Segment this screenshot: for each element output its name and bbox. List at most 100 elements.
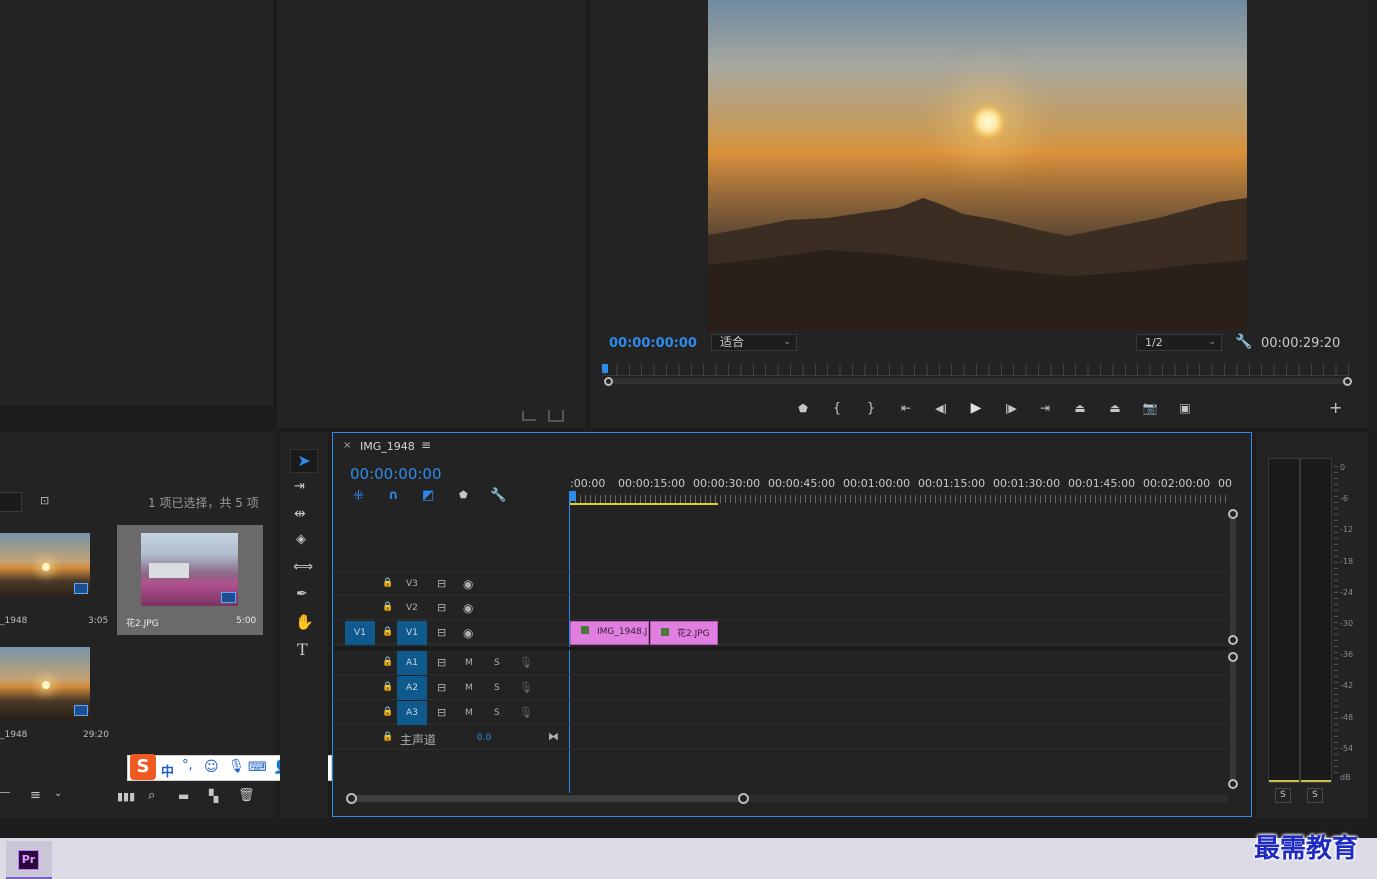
compare-view-icon[interactable]: ▣ xyxy=(1168,399,1202,417)
play-icon[interactable]: ▶ xyxy=(958,399,994,417)
track-label[interactable]: A3 xyxy=(397,701,427,725)
scroll-handle-bottom[interactable] xyxy=(1228,779,1238,789)
solo-button[interactable]: S xyxy=(494,708,500,718)
time-ruler[interactable]: :00:00 00:00:15:00 00:00:30:00 00:00:45:… xyxy=(570,473,1232,505)
go-to-edit-icon[interactable]: ⧓ xyxy=(548,730,559,743)
slip-tool-icon[interactable]: ⟺ xyxy=(293,559,313,575)
lock-icon[interactable]: 🔒 xyxy=(382,578,393,588)
track-select-tool-icon[interactable]: ⇥ xyxy=(294,479,305,494)
audio-vertical-scrollbar[interactable] xyxy=(1230,656,1236,786)
camera-icon[interactable]: 📷 xyxy=(1132,399,1168,417)
scroll-handle-top[interactable] xyxy=(1228,652,1238,662)
settings-wrench-icon[interactable]: 🔧 xyxy=(1235,334,1252,350)
sync-lock-icon[interactable]: ⊟ xyxy=(437,681,446,694)
go-to-in-icon[interactable]: ⇤ xyxy=(888,399,924,417)
keyboard-icon[interactable]: ⌨ xyxy=(248,760,267,775)
type-tool-icon[interactable]: T xyxy=(297,640,308,659)
clip-flower[interactable]: 花2.JPG xyxy=(650,621,718,645)
sync-lock-icon[interactable]: ⊟ xyxy=(437,577,446,590)
timeline-tab-title[interactable]: IMG_1948 xyxy=(360,440,415,453)
program-playhead[interactable] xyxy=(602,364,608,373)
track-label[interactable]: A1 xyxy=(397,651,427,675)
nest-sequence-icon[interactable]: ⁜ xyxy=(353,489,364,504)
sync-lock-icon[interactable]: ⊟ xyxy=(437,656,446,669)
microphone-icon[interactable]: 🎙 xyxy=(228,759,245,774)
track-label[interactable]: A2 xyxy=(397,676,427,700)
microphone-icon[interactable]: 🎙 xyxy=(519,681,533,694)
timeline-timecode[interactable]: 00:00:00:00 xyxy=(350,465,442,483)
video-vertical-scrollbar[interactable] xyxy=(1230,513,1236,641)
chevron-down-icon[interactable]: ⌄ xyxy=(54,788,62,799)
fit-dropdown[interactable]: 适合 ⌄ xyxy=(711,334,797,351)
track-a2[interactable]: 🔒 A2 ⊟ M S 🎙 xyxy=(333,676,1228,700)
program-zoom-bar[interactable] xyxy=(608,378,1348,384)
sync-lock-icon[interactable]: ⊟ xyxy=(437,626,446,639)
meter-solo-left[interactable]: S xyxy=(1275,788,1291,803)
sync-lock-icon[interactable]: ⊟ xyxy=(437,601,446,614)
overwrite-icon[interactable] xyxy=(548,410,564,422)
master-volume-value[interactable]: 0.0 xyxy=(477,733,491,743)
resolution-dropdown[interactable]: 1/2 ⌄ xyxy=(1136,334,1222,351)
snap-magnet-icon[interactable]: ∩ xyxy=(388,488,399,503)
lift-icon[interactable]: ⏏ xyxy=(1062,399,1098,417)
search-bin-icon[interactable]: ⊡ xyxy=(40,494,49,507)
add-marker-icon[interactable]: ⬟ xyxy=(786,399,820,417)
new-bin-icon[interactable]: ▬ xyxy=(178,789,189,803)
scroll-handle-top[interactable] xyxy=(1228,509,1238,519)
program-timecode-current[interactable]: 00:00:00:00 xyxy=(609,336,697,351)
meter-solo-right[interactable]: S xyxy=(1307,788,1323,803)
project-item[interactable]: _1948 29:20 xyxy=(0,639,114,749)
zoom-handle-left[interactable] xyxy=(604,377,613,386)
emoji-icon[interactable]: ☺ xyxy=(204,759,219,775)
h-scroll-thumb[interactable] xyxy=(351,795,743,802)
mute-button[interactable]: M xyxy=(465,683,473,693)
go-to-out-icon[interactable]: ⇥ xyxy=(1028,399,1062,417)
ime-lang[interactable]: 中 xyxy=(161,761,174,780)
export-frame-icon[interactable] xyxy=(522,411,536,421)
trash-icon[interactable]: 🗑 xyxy=(238,788,255,803)
selection-tool-icon[interactable]: ➤ xyxy=(290,449,318,473)
track-v3[interactable]: 🔒 V3 ⊟ ◉ xyxy=(333,571,1228,595)
timeline-playhead-head[interactable] xyxy=(569,491,576,501)
extract-icon[interactable]: ⏏ xyxy=(1098,399,1132,417)
project-item[interactable]: _1948 3:05 xyxy=(0,525,114,635)
lock-icon[interactable]: 🔒 xyxy=(382,682,393,692)
timeline-settings-icon[interactable]: 🔧 xyxy=(490,488,506,503)
step-back-icon[interactable]: ◀ǀ xyxy=(924,399,958,417)
ime-logo[interactable]: S xyxy=(130,754,156,780)
eye-icon[interactable]: ◉ xyxy=(463,577,473,591)
sort-icon[interactable]: ≡ xyxy=(30,788,41,803)
step-forward-icon[interactable]: ǀ▶ xyxy=(994,399,1028,417)
eye-icon[interactable]: ◉ xyxy=(463,601,473,615)
lock-icon[interactable]: 🔒 xyxy=(382,657,393,667)
program-scrub-ruler[interactable] xyxy=(604,364,1349,376)
new-item-icon[interactable]: ▚ xyxy=(209,789,218,803)
taskbar-premiere-button[interactable]: Pr xyxy=(6,841,52,879)
mark-in-icon[interactable]: { xyxy=(820,399,854,417)
mark-out-icon[interactable]: } xyxy=(854,399,888,417)
mute-button[interactable]: M xyxy=(465,708,473,718)
clip-img-1948[interactable]: IMG_1948.J xyxy=(570,621,649,645)
razor-tool-icon[interactable]: ◈ xyxy=(296,532,306,547)
sync-lock-icon[interactable]: ⊟ xyxy=(437,706,446,719)
linked-selection-icon[interactable]: ◩ xyxy=(422,488,434,503)
track-a3[interactable]: 🔒 A3 ⊟ M S 🎙 xyxy=(333,701,1228,725)
add-marker-icon[interactable]: ⬟ xyxy=(459,490,468,501)
track-v1[interactable]: V1 🔒 V1 ⊟ ◉ IMG_1948.J 花2.JPG xyxy=(333,621,1228,645)
eye-icon[interactable]: ◉ xyxy=(463,626,473,640)
scroll-handle-bottom[interactable] xyxy=(1228,635,1238,645)
solo-button[interactable]: S xyxy=(494,683,500,693)
find-icon[interactable]: ⌕ xyxy=(148,788,155,803)
h-scroll-handle-left[interactable] xyxy=(346,793,357,804)
project-item-selected[interactable]: 花2.JPG 5:00 xyxy=(117,525,263,635)
ripple-edit-tool-icon[interactable]: ⇹ xyxy=(294,506,306,522)
track-v2[interactable]: 🔒 V2 ⊟ ◉ xyxy=(333,596,1228,620)
add-button-icon[interactable]: + xyxy=(1329,398,1342,417)
microphone-icon[interactable]: 🎙 xyxy=(519,706,533,719)
slider-dash[interactable] xyxy=(0,792,10,793)
close-tab-icon[interactable]: × xyxy=(343,440,351,451)
track-a1[interactable]: 🔒 A1 ⊟ M S 🎙 xyxy=(333,651,1228,675)
hand-tool-icon[interactable]: ✋ xyxy=(295,613,314,631)
mute-button[interactable]: M xyxy=(465,658,473,668)
zoom-handle-right[interactable] xyxy=(1343,377,1352,386)
